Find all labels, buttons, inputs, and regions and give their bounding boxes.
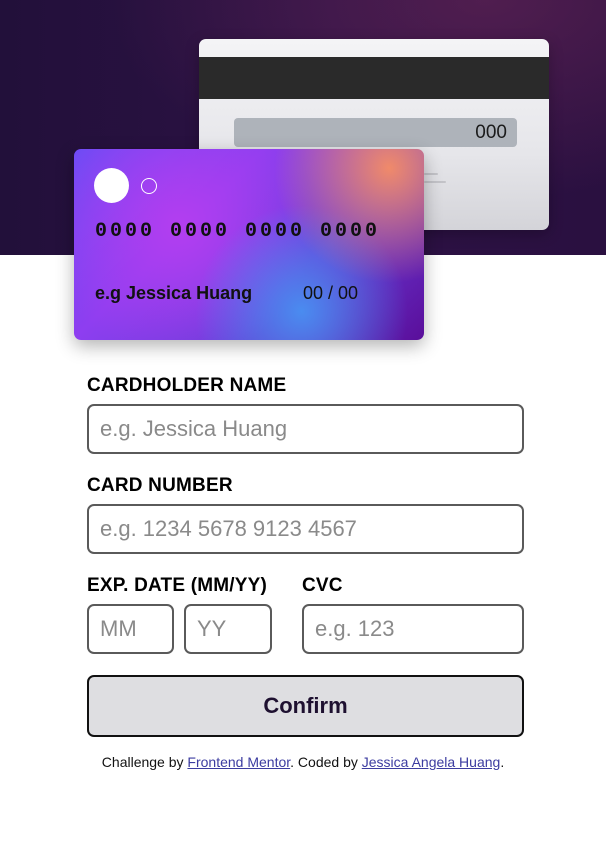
magnetic-stripe — [199, 57, 549, 99]
cardholder-name-input[interactable] — [87, 404, 524, 454]
cvc-label: CVC — [302, 575, 343, 596]
cvc-strip: 000 — [234, 118, 517, 147]
card-front: 0000 0000 0000 0000 e.g Jessica Huang 00… — [74, 149, 424, 340]
footer-suffix: . — [500, 754, 505, 770]
exp-year-input[interactable] — [184, 604, 272, 654]
confirm-button[interactable]: Confirm — [87, 675, 524, 737]
exp-date-label: EXP. DATE (MM/YY) — [87, 575, 268, 596]
card-front-expiry: 00 / 00 — [303, 283, 359, 303]
exp-month-input[interactable] — [87, 604, 174, 654]
card-number-input[interactable] — [87, 504, 524, 554]
card-back-decoration — [424, 173, 450, 193]
card-logo-circle-large — [94, 168, 129, 203]
card-front-holder: e.g Jessica Huang — [95, 283, 253, 303]
cardholder-name-label: CARDHOLDER NAME — [87, 375, 287, 396]
attribution-footer: Challenge by Frontend Mentor. Coded by J… — [0, 754, 606, 770]
card-front-number: 0000 0000 0000 0000 — [95, 220, 381, 243]
footer-prefix: Challenge by — [101, 754, 188, 770]
frontend-mentor-link[interactable]: Frontend Mentor — [187, 754, 290, 770]
cvc-input[interactable] — [302, 604, 524, 654]
footer-middle: . Coded by — [290, 754, 362, 770]
author-link[interactable]: Jessica Angela Huang — [362, 754, 501, 770]
card-number-label: CARD NUMBER — [87, 475, 233, 496]
card-back-cvc: 000 — [475, 122, 507, 143]
card-logo-circle-small — [141, 178, 157, 194]
